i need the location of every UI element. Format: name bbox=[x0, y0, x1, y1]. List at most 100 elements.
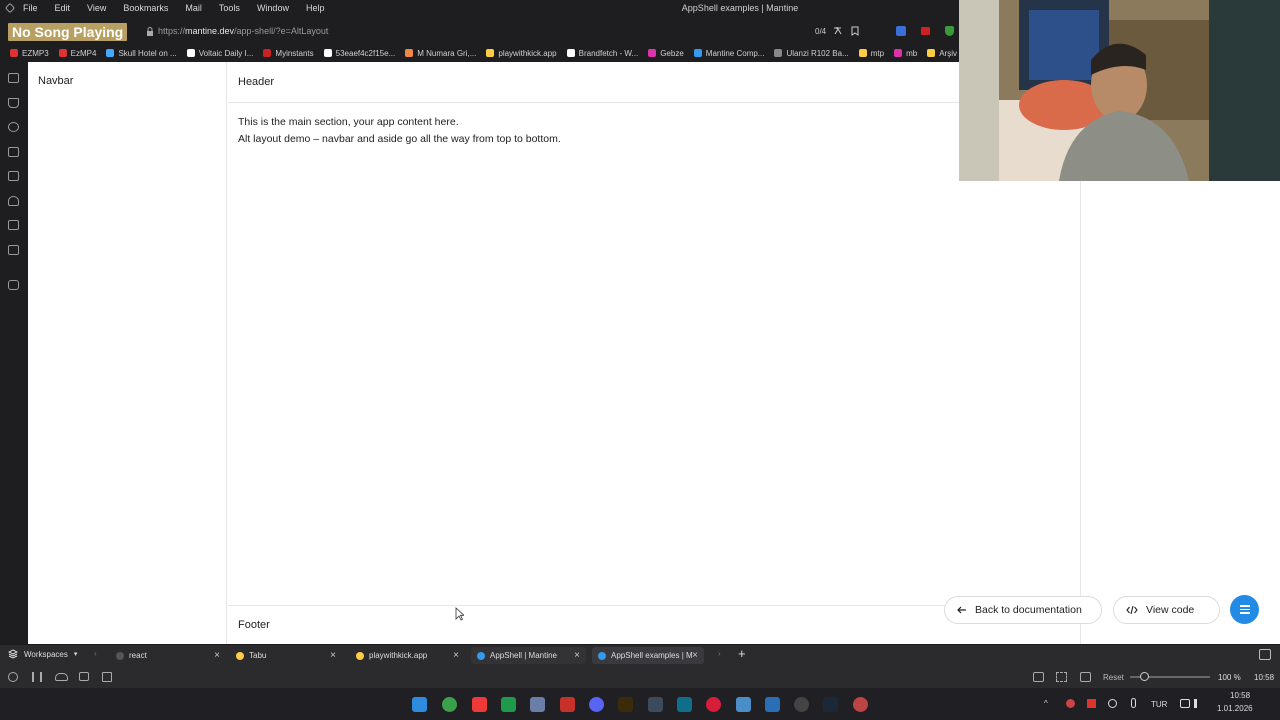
bookmark-item[interactable]: EZMP3 bbox=[10, 49, 49, 58]
chrome-icon[interactable] bbox=[442, 697, 457, 712]
tile-icon[interactable] bbox=[32, 672, 42, 682]
vivaldi-icon[interactable] bbox=[472, 697, 487, 712]
bookmark-item[interactable]: Ulanzi R102 Ba... bbox=[774, 49, 849, 58]
speaker-icon[interactable] bbox=[1194, 699, 1203, 708]
terminal-icon[interactable] bbox=[501, 697, 516, 712]
bookmark-item[interactable]: mtp bbox=[858, 49, 884, 58]
mail-status-icon[interactable] bbox=[79, 672, 89, 681]
cloud-icon[interactable] bbox=[55, 673, 68, 681]
menu-icon-line bbox=[1239, 605, 1250, 607]
tray-k-icon[interactable] bbox=[1108, 699, 1117, 708]
calendar-icon[interactable] bbox=[102, 672, 112, 682]
start-windows-icon[interactable] bbox=[412, 697, 427, 712]
menu-help[interactable]: Help bbox=[306, 3, 325, 13]
view-code-button[interactable]: View code bbox=[1113, 596, 1220, 624]
tab-scroll-left-icon[interactable]: ‹ bbox=[94, 649, 97, 658]
explorer-icon[interactable] bbox=[736, 697, 751, 712]
steam-icon[interactable] bbox=[823, 697, 838, 712]
zoom-slider[interactable] bbox=[1130, 672, 1210, 681]
sync-icon[interactable] bbox=[8, 672, 18, 682]
bookmark-item[interactable]: mb bbox=[894, 49, 917, 58]
resolve-icon[interactable] bbox=[648, 697, 663, 712]
bookmark-item[interactable]: playwithkick.app bbox=[486, 49, 557, 58]
bookmarks-panel-icon[interactable] bbox=[8, 73, 19, 83]
mail-panel-icon[interactable] bbox=[8, 245, 19, 255]
extension-translate-icon[interactable] bbox=[896, 26, 906, 36]
browser-tab[interactable]: react × bbox=[110, 647, 226, 664]
input-language[interactable]: TUR bbox=[1151, 700, 1167, 709]
tab-close-icon[interactable]: × bbox=[453, 650, 459, 661]
filezilla-icon[interactable] bbox=[560, 697, 575, 712]
browser-tab[interactable]: AppShell examples | M × bbox=[592, 647, 704, 664]
workspaces-button[interactable]: Workspaces ▾ bbox=[8, 649, 77, 659]
browser-tab[interactable]: Tabu × bbox=[230, 647, 342, 664]
tray-flag-icon[interactable] bbox=[1087, 699, 1096, 708]
notes-panel-icon[interactable] bbox=[8, 147, 19, 157]
tray-chevron-up-icon[interactable]: ^ bbox=[1044, 699, 1048, 708]
media-player-icon[interactable] bbox=[706, 697, 721, 712]
zoom-reset-button[interactable]: Reset bbox=[1103, 673, 1124, 682]
bookmark-favicon-icon bbox=[858, 49, 867, 57]
tab-close-icon[interactable]: × bbox=[692, 650, 698, 661]
new-tab-icon[interactable]: + bbox=[738, 646, 746, 661]
menu-button[interactable] bbox=[1230, 595, 1259, 624]
network-icon[interactable] bbox=[1180, 699, 1190, 708]
menu-mail[interactable]: Mail bbox=[185, 3, 202, 13]
tab-menu-icon[interactable] bbox=[1259, 649, 1271, 660]
history-panel-icon[interactable] bbox=[8, 122, 19, 132]
capture-icon[interactable] bbox=[1033, 672, 1044, 682]
bookmark-item[interactable]: 53eaef4c2f15e... bbox=[323, 49, 395, 58]
discord-icon[interactable] bbox=[589, 697, 604, 712]
menu-window[interactable]: Window bbox=[257, 3, 289, 13]
terminal-blue-icon[interactable] bbox=[677, 697, 692, 712]
reading-list-icon[interactable] bbox=[8, 196, 19, 206]
menu-file[interactable]: File bbox=[23, 3, 38, 13]
add-panel-icon[interactable] bbox=[8, 280, 19, 290]
menu-edit[interactable]: Edit bbox=[55, 3, 71, 13]
bookmark-item[interactable]: Arşiv bbox=[927, 49, 957, 58]
browser-tab[interactable]: playwithkick.app × bbox=[350, 647, 465, 664]
microphone-icon[interactable] bbox=[1131, 698, 1136, 708]
app-icon[interactable] bbox=[853, 697, 868, 712]
back-to-documentation-button[interactable]: Back to documentation bbox=[944, 596, 1102, 624]
app-navbar bbox=[28, 62, 227, 644]
bookmark-item[interactable]: Gebze bbox=[648, 49, 684, 58]
bookmark-item[interactable]: EzMP4 bbox=[58, 49, 96, 58]
menu-view[interactable]: View bbox=[87, 3, 106, 13]
now-playing-badge: No Song Playing bbox=[8, 23, 128, 41]
tray-app-icon[interactable] bbox=[1066, 699, 1075, 708]
tab-close-icon[interactable]: × bbox=[574, 650, 580, 661]
page-actions-icon[interactable] bbox=[1080, 672, 1091, 682]
vscode-icon[interactable] bbox=[765, 697, 780, 712]
menu-tools[interactable]: Tools bbox=[219, 3, 240, 13]
downloads-panel-icon[interactable] bbox=[8, 98, 19, 108]
translate-panel-icon[interactable] bbox=[8, 171, 19, 181]
bookmark-favicon-icon bbox=[486, 49, 495, 57]
status-clock: 10:58 bbox=[1254, 673, 1275, 682]
bookmark-icon[interactable] bbox=[851, 26, 859, 36]
menu-bookmarks[interactable]: Bookmarks bbox=[123, 3, 168, 13]
bookmark-item[interactable]: Skull Hotel on ... bbox=[106, 49, 177, 58]
blocker-counter[interactable]: 0/4 bbox=[815, 27, 826, 36]
adblock-shield-icon[interactable] bbox=[945, 26, 954, 36]
obs-icon[interactable] bbox=[794, 697, 809, 712]
extension-red-icon[interactable] bbox=[921, 27, 930, 35]
bookmark-item[interactable]: M Numara Gri,... bbox=[405, 49, 476, 58]
illustrator-icon[interactable] bbox=[618, 697, 633, 712]
translate-icon[interactable] bbox=[833, 26, 843, 36]
window-panel-icon[interactable] bbox=[8, 220, 19, 230]
tab-close-icon[interactable]: × bbox=[214, 650, 220, 661]
bookmark-item[interactable]: Myinstants bbox=[263, 49, 314, 58]
bookmark-item[interactable]: Mantine Comp... bbox=[693, 49, 764, 58]
page-tiling-icon[interactable] bbox=[1056, 672, 1067, 682]
bookmark-item[interactable]: Voltaic Daily I... bbox=[186, 49, 253, 58]
address-field[interactable]: https://mantine.dev/app-shell/?e=AltLayo… bbox=[146, 26, 328, 36]
bookmark-item[interactable]: Brandfetch - W... bbox=[566, 49, 638, 58]
tab-close-icon[interactable]: × bbox=[330, 650, 336, 661]
header-label: Header bbox=[238, 76, 275, 88]
tab-scroll-right-icon[interactable]: › bbox=[718, 649, 721, 658]
git-icon[interactable] bbox=[530, 697, 545, 712]
vivaldi-logo-icon[interactable] bbox=[5, 3, 15, 13]
browser-tab[interactable]: AppShell | Mantine × bbox=[471, 647, 586, 664]
zoom-slider-thumb[interactable] bbox=[1140, 672, 1150, 681]
